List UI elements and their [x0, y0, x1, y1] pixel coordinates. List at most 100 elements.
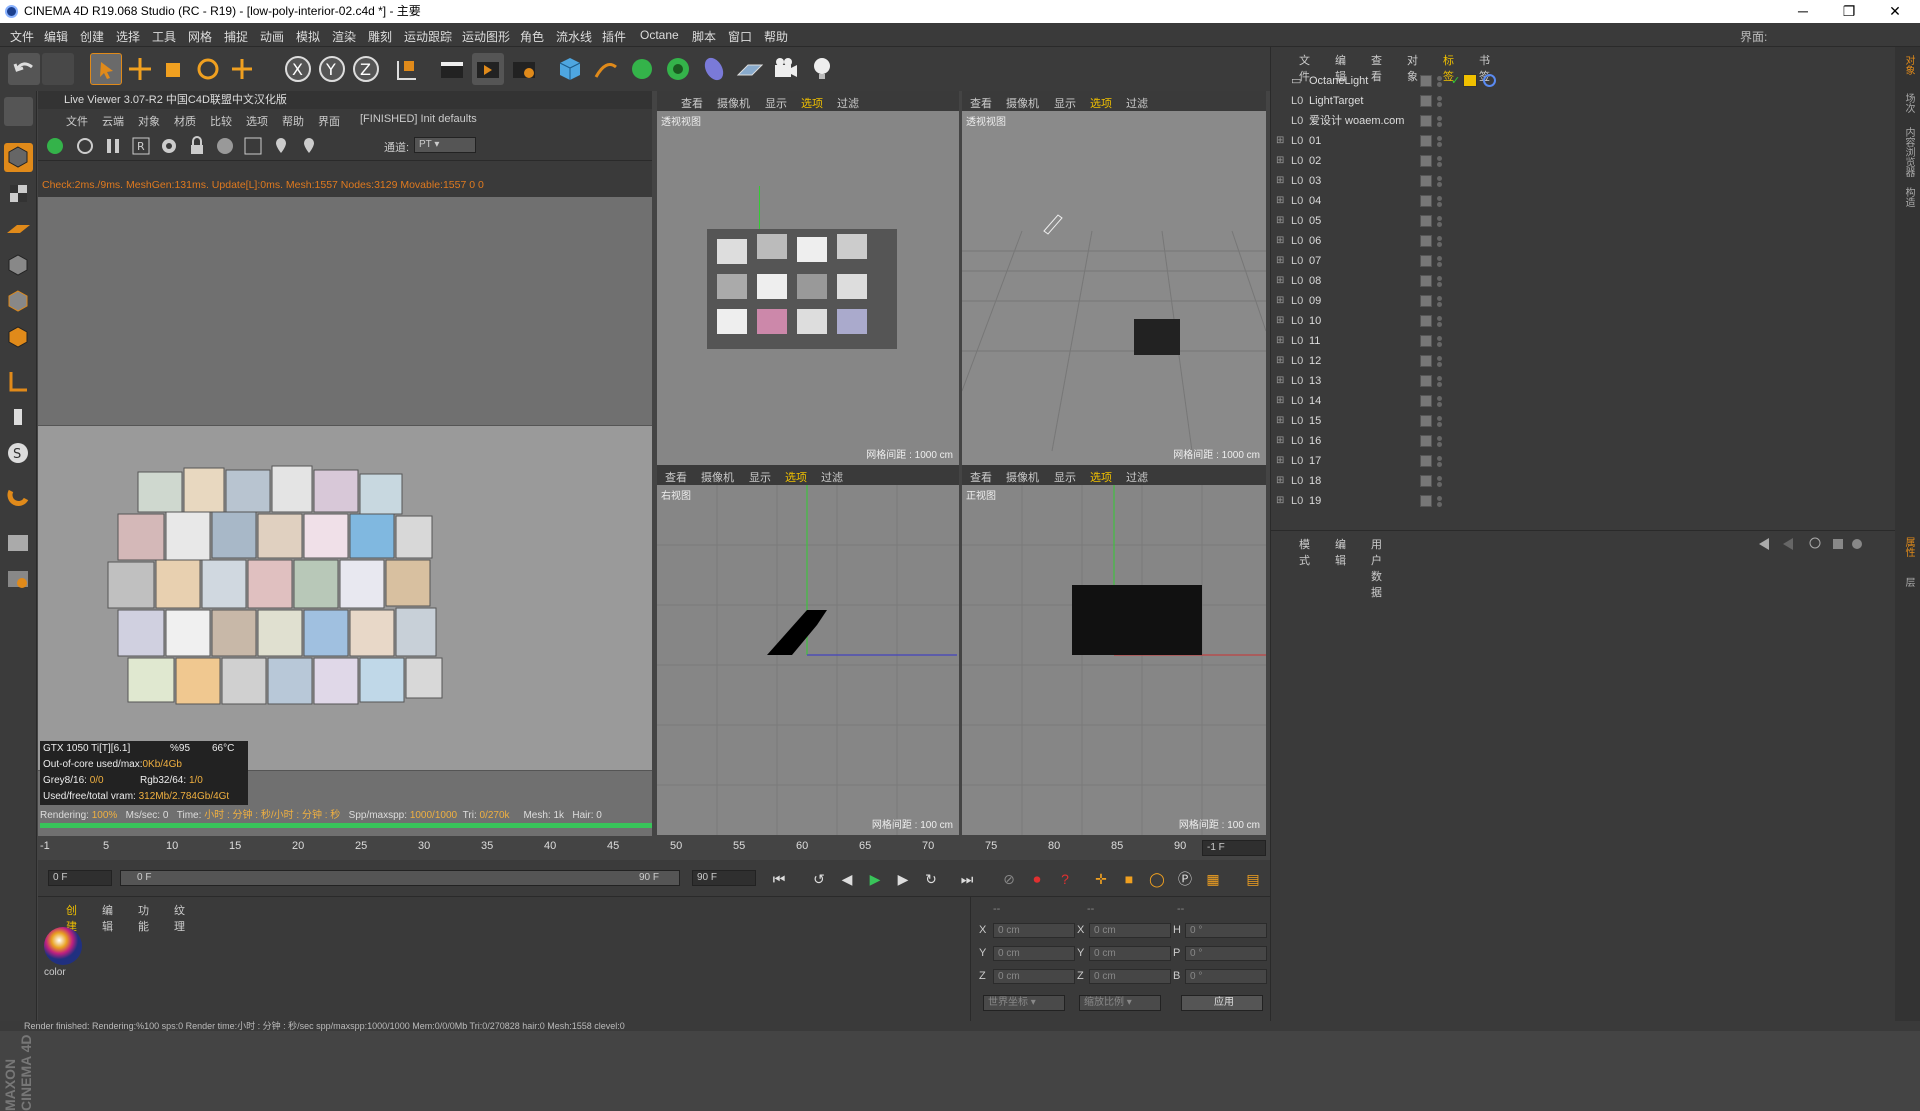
render-picture-viewer-icon[interactable]	[472, 53, 504, 85]
layer-toggle-icon[interactable]	[1420, 95, 1432, 107]
enabled-check-icon[interactable]: ✓	[1451, 71, 1460, 91]
x-axis-lock-icon[interactable]: X	[282, 53, 314, 85]
material-swatch[interactable]: color	[42, 925, 84, 981]
editor-visibility-icon[interactable]	[1437, 296, 1442, 301]
editor-visibility-icon[interactable]	[1437, 236, 1442, 241]
menu-animate[interactable]: 动画	[260, 28, 284, 45]
current-frame-field[interactable]: -1 F	[1202, 840, 1266, 856]
viewport-perspective-1[interactable]: 查看 摄像机 显示 选项 过滤 透视视图 网格间距 : 1000 cm	[657, 91, 959, 465]
y-axis-lock-icon[interactable]: Y	[316, 53, 348, 85]
octane-light-tag-icon[interactable]	[1463, 74, 1477, 87]
timeline-ruler[interactable]: -1 5 10 15 20 25 30 35 40 45 50 55 60 65 70 75 80 85 90 -1…	[38, 836, 1270, 860]
transform-icon[interactable]	[226, 53, 258, 85]
editor-visibility-icon[interactable]	[1437, 276, 1442, 281]
menu-render[interactable]: 渲染	[332, 28, 356, 45]
workplane-lock-icon[interactable]	[4, 529, 33, 558]
layer-toggle-icon[interactable]	[1420, 195, 1432, 207]
key-scale-icon[interactable]: ■	[1118, 868, 1140, 890]
object-row[interactable]: ⊞ L0 01	[1273, 131, 1887, 151]
rotation-field[interactable]: 0 °	[1185, 969, 1267, 984]
viewport-perspective-2[interactable]: 查看 摄像机 显示 选项 过滤 透视视图 网格间距 : 1000 cm	[962, 91, 1266, 465]
layer-toggle-icon[interactable]	[1420, 235, 1432, 247]
render-visibility-icon[interactable]	[1437, 242, 1442, 247]
vp3-menu-camera[interactable]: 摄像机	[701, 469, 734, 485]
expand-icon[interactable]: ⊞	[1276, 251, 1284, 271]
size-field[interactable]: 0 cm	[1089, 923, 1171, 938]
expand-icon[interactable]: ⊞	[1276, 151, 1284, 171]
render-visibility-icon[interactable]	[1437, 142, 1442, 147]
position-field[interactable]: 0 cm	[993, 969, 1075, 984]
rotate-icon[interactable]	[192, 53, 224, 85]
menu-mograph[interactable]: 运动图形	[462, 28, 510, 45]
lv-menu-compare[interactable]: 比较	[210, 113, 232, 129]
texture-mode-icon[interactable]	[4, 179, 33, 208]
octane-logo-icon[interactable]	[44, 135, 66, 157]
render-region-icon[interactable]: R	[130, 135, 152, 157]
frame-range-slider[interactable]: 0 F 90 F	[120, 870, 680, 886]
undo-icon[interactable]	[8, 53, 40, 85]
expand-icon[interactable]: ⊞	[1276, 371, 1284, 391]
editor-visibility-icon[interactable]	[1437, 176, 1442, 181]
vp2-menu-options[interactable]: 选项	[1090, 95, 1112, 111]
vp1-menu-filter[interactable]: 过滤	[837, 95, 859, 111]
mm-menu-texture[interactable]: 纹理	[174, 902, 185, 934]
position-field[interactable]: 0 cm	[993, 923, 1075, 938]
record-icon[interactable]: ⊘	[998, 868, 1020, 890]
expand-icon[interactable]: ⊞	[1276, 171, 1284, 191]
play-icon[interactable]: ▶	[864, 868, 886, 890]
layer-toggle-icon[interactable]	[1420, 475, 1432, 487]
vp3-menu-display[interactable]: 显示	[749, 469, 771, 485]
world-coord-select[interactable]: 世界坐标 ▾	[983, 995, 1065, 1011]
vp4-menu-camera[interactable]: 摄像机	[1006, 469, 1039, 485]
subdivision-surface-icon[interactable]	[626, 53, 658, 85]
render-visibility-icon[interactable]	[1437, 482, 1442, 487]
vp4-menu-view[interactable]: 查看	[970, 469, 992, 485]
viewport-right[interactable]: 查看 摄像机 显示 选项 过滤 右视图 网格间距 : 100 cm	[657, 465, 959, 835]
render-visibility-icon[interactable]	[1437, 402, 1442, 407]
end-frame-field[interactable]: 90 F	[692, 870, 756, 886]
editor-visibility-icon[interactable]	[1437, 96, 1442, 101]
target-tag-icon[interactable]	[1483, 74, 1496, 87]
render-visibility-icon[interactable]	[1437, 502, 1442, 507]
object-row[interactable]: ⊞ L0 06	[1273, 231, 1887, 251]
editor-visibility-icon[interactable]	[1437, 316, 1442, 321]
editor-visibility-icon[interactable]	[1437, 116, 1442, 121]
vp1-menu-camera[interactable]: 摄像机	[717, 95, 750, 111]
region-select-icon[interactable]	[242, 135, 264, 157]
editor-visibility-icon[interactable]	[1437, 396, 1442, 401]
apply-button[interactable]: 应用	[1181, 995, 1263, 1011]
object-row[interactable]: ⊞ L0 07	[1273, 251, 1887, 271]
editor-visibility-icon[interactable]	[1437, 216, 1442, 221]
object-row[interactable]: ⊞ L0 12	[1273, 351, 1887, 371]
vp4-menu-filter[interactable]: 过滤	[1126, 469, 1148, 485]
points-mode-icon[interactable]	[4, 251, 33, 280]
expand-icon[interactable]: ⊞	[1276, 431, 1284, 451]
object-row[interactable]: ⊞ L0 13	[1273, 371, 1887, 391]
model-mode-icon[interactable]	[4, 143, 33, 172]
vp1-menu-display[interactable]: 显示	[765, 95, 787, 111]
object-row[interactable]: ⊞ L0 14	[1273, 391, 1887, 411]
object-row[interactable]: ⊞ L0 02	[1273, 151, 1887, 171]
pick-focus-icon[interactable]	[270, 135, 292, 157]
render-settings-icon[interactable]	[508, 53, 540, 85]
deformer-icon[interactable]	[698, 53, 730, 85]
timeline-window-icon[interactable]: ▤	[1242, 868, 1264, 890]
tab-attributes-side[interactable]: 属性	[1899, 537, 1916, 557]
object-row[interactable]: L0 LightTarget	[1273, 91, 1887, 111]
object-row[interactable]: ⊞ L0 10	[1273, 311, 1887, 331]
expand-icon[interactable]: ⊞	[1276, 411, 1284, 431]
vp2-menu-filter[interactable]: 过滤	[1126, 95, 1148, 111]
menu-select[interactable]: 选择	[116, 28, 140, 45]
vp1-menu-view[interactable]: 查看	[681, 95, 703, 111]
render-visibility-icon[interactable]	[1437, 282, 1442, 287]
mm-menu-function[interactable]: 功能	[138, 902, 149, 934]
position-field[interactable]: 0 cm	[993, 946, 1075, 961]
editor-visibility-icon[interactable]	[1437, 76, 1442, 81]
vp3-menu-view[interactable]: 查看	[665, 469, 687, 485]
render-visibility-icon[interactable]	[1437, 302, 1442, 307]
lv-menu-interface[interactable]: 界面	[318, 113, 340, 129]
layer-toggle-icon[interactable]	[1420, 495, 1432, 507]
render-visibility-icon[interactable]	[1437, 362, 1442, 367]
settings-gear-icon[interactable]	[158, 135, 180, 157]
sculpt-mode-icon[interactable]	[4, 97, 33, 126]
